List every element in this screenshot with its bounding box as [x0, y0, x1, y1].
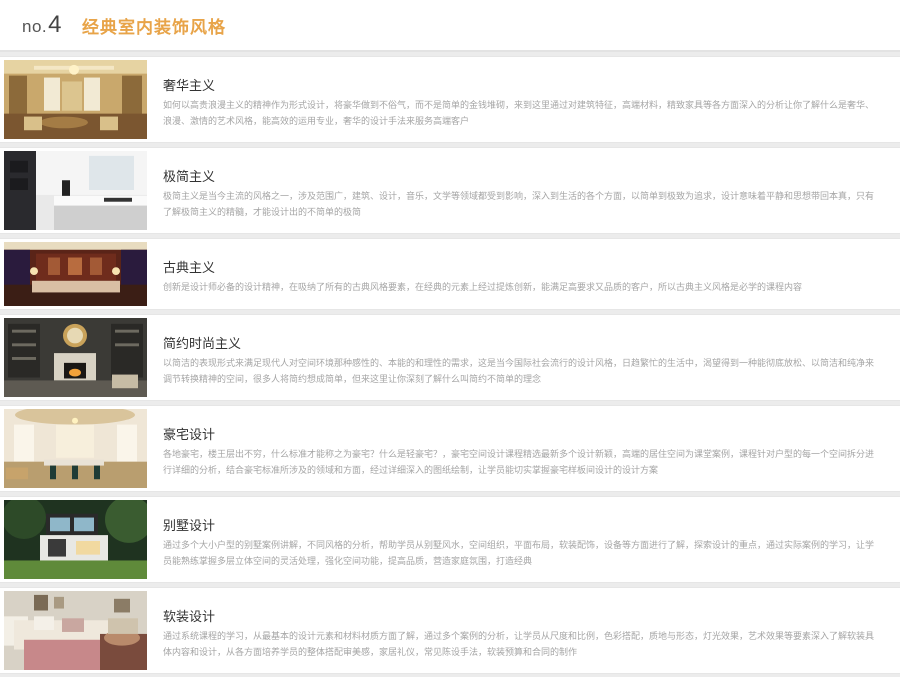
item-title[interactable]: 别墅设计 [163, 515, 215, 534]
item-title[interactable]: 软装设计 [163, 606, 215, 625]
minimalist-kitchen-photo[interactable] [4, 151, 147, 230]
item-description: 各地豪宅，楼王层出不穷，什么标准才能称之为豪宅？什么是轻豪宅？，豪宅空间设计课程… [163, 450, 875, 476]
section-number-prefix: no. [22, 17, 48, 36]
list-item[interactable]: 别墅设计 通过多个大小户型的别墅案例讲解，不同风格的分析，帮助学员从别墅风水，空… [0, 496, 900, 583]
item-description: 通过多个大小户型的别墅案例讲解，不同风格的分析，帮助学员从别墅风水，空间组织，平… [163, 541, 875, 567]
section-number: no.4 [22, 11, 62, 39]
soft-furnishing-bedroom-photo[interactable] [4, 591, 147, 670]
modern-fashion-interior-photo[interactable] [4, 318, 147, 397]
item-title[interactable]: 古典主义 [163, 257, 215, 276]
item-description: 极简主义是当今主流的风格之一，涉及范围广，建筑、设计，音乐，文学等领域都受到影响… [163, 192, 875, 218]
list-item[interactable]: 简约时尚主义 以简洁的表现形式来满足现代人对空间环境那种感性的、本能的和理性的需… [0, 314, 900, 401]
section-title: 经典室内装饰风格 [82, 17, 226, 38]
mansion-dining-hall-photo[interactable] [4, 409, 147, 488]
list-item[interactable]: 极简主义 极简主义是当今主流的风格之一，涉及范围广，建筑、设计，音乐，文学等领域… [0, 147, 900, 234]
section-header: no.4 经典室内装饰风格 [0, 0, 900, 52]
item-title[interactable]: 奢华主义 [163, 75, 215, 94]
list-item[interactable]: 奢华主义 如何以高贵浪漫主义的精神作为形式设计，将豪华做到不俗气，而不是简单的金… [0, 56, 900, 143]
list-item[interactable]: 古典主义 创新是设计师必备的设计精神，在吸纳了所有的古典风格要素，在经典的元素上… [0, 238, 900, 310]
list-item[interactable]: 软装设计 通过系统课程的学习，从最基本的设计元素和材料材质方面了解，通过多个案例… [0, 587, 900, 674]
list-item[interactable]: 豪宅设计 各地豪宅，楼王层出不穷，什么标准才能称之为豪宅？什么是轻豪宅？，豪宅空… [0, 405, 900, 492]
item-description: 以简洁的表现形式来满足现代人对空间环境那种感性的、本能的和理性的需求，这是当今国… [163, 359, 875, 385]
villa-exterior-photo[interactable] [4, 500, 147, 579]
item-title[interactable]: 极简主义 [163, 166, 215, 185]
item-description: 创新是设计师必备的设计精神，在吸纳了所有的古典风格要素，在经典的元素上经过提炼创… [163, 283, 803, 293]
classical-living-room-photo[interactable] [4, 242, 147, 306]
item-description: 如何以高贵浪漫主义的精神作为形式设计，将豪华做到不俗气，而不是简单的金钱堆砌，来… [163, 101, 875, 127]
item-description: 通过系统课程的学习，从最基本的设计元素和材料材质方面了解，通过多个案例的分析，让… [163, 632, 875, 658]
section-number-value: 4 [48, 11, 62, 38]
luxury-interior-photo[interactable] [4, 60, 147, 139]
style-list: 奢华主义 如何以高贵浪漫主义的精神作为形式设计，将豪华做到不俗气，而不是简单的金… [0, 56, 900, 677]
item-title[interactable]: 简约时尚主义 [163, 333, 241, 352]
item-title[interactable]: 豪宅设计 [163, 424, 215, 443]
